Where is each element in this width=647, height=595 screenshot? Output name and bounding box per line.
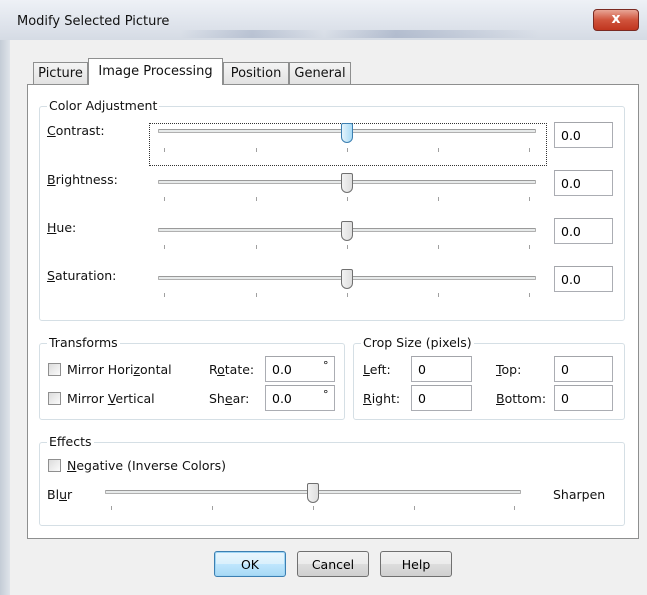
tick: [529, 245, 530, 249]
tick: [438, 148, 439, 152]
tick: [212, 506, 213, 510]
crop-top-label: Top:: [496, 362, 522, 377]
shear-value: 0.0: [272, 391, 292, 406]
saturation-label: Saturation:: [47, 268, 117, 283]
tick: [438, 245, 439, 249]
rotate-unit: °: [323, 359, 329, 372]
tab-general[interactable]: General: [289, 62, 351, 84]
shear-value-field[interactable]: 0.0 °: [265, 385, 335, 411]
window-frame-left: [0, 40, 10, 595]
cancel-button[interactable]: Cancel: [297, 551, 369, 577]
effects-slider-thumb[interactable]: [307, 483, 319, 503]
tick: [313, 506, 314, 510]
ok-button[interactable]: OK: [214, 551, 286, 577]
contrast-label: Contrast:: [47, 123, 105, 138]
tick: [514, 506, 515, 510]
mirror-vertical-checkbox[interactable]: [48, 392, 61, 405]
blur-label: Blur: [47, 487, 73, 502]
brightness-value-field[interactable]: 0.0: [554, 170, 613, 196]
crop-bottom-field[interactable]: 0: [554, 385, 613, 411]
title-bar-blur: [180, 30, 540, 38]
crop-left-field[interactable]: 0: [411, 356, 472, 382]
tick: [256, 293, 257, 297]
rotate-label: Rotate:: [209, 362, 255, 377]
tick: [529, 148, 530, 152]
tick: [164, 245, 165, 249]
tick: [347, 245, 348, 249]
mirror-horizontal-checkbox[interactable]: [48, 363, 61, 376]
transforms-title: Transforms: [47, 335, 120, 350]
tab-panel-image-processing: Color Adjustment Contrast: 0.0 Brightnes…: [27, 84, 639, 539]
crop-right-field[interactable]: 0: [411, 385, 472, 411]
sharpen-label: Sharpen: [553, 487, 606, 502]
tab-picture[interactable]: Picture: [33, 62, 88, 84]
title-bar[interactable]: Modify Selected Picture x: [0, 0, 647, 40]
effects-group: Effects: [39, 434, 625, 526]
rotate-value-field[interactable]: 0.0 °: [265, 356, 335, 382]
tick: [529, 197, 530, 201]
effects-title: Effects: [47, 434, 94, 449]
crop-size-title: Crop Size (pixels): [361, 335, 474, 350]
rotate-value: 0.0: [272, 362, 292, 377]
tick: [347, 293, 348, 297]
tick: [256, 245, 257, 249]
negative-label: Negative (Inverse Colors): [67, 458, 226, 473]
window-title: Modify Selected Picture: [17, 14, 170, 29]
brightness-label: Brightness:: [47, 172, 118, 187]
tick: [438, 293, 439, 297]
shear-label: Shear:: [209, 391, 250, 406]
mirror-horizontal-label: Mirror Horizontal: [67, 362, 172, 377]
color-adjustment-title: Color Adjustment: [47, 98, 160, 113]
hue-label: Hue:: [47, 220, 77, 235]
tick: [164, 197, 165, 201]
crop-top-field[interactable]: 0: [554, 356, 613, 382]
tick: [164, 293, 165, 297]
crop-right-label: Right:: [363, 391, 401, 406]
negative-checkbox[interactable]: [48, 459, 61, 472]
tick: [256, 197, 257, 201]
mirror-vertical-label: Mirror Vertical: [67, 391, 155, 406]
tick: [111, 506, 112, 510]
tick: [438, 197, 439, 201]
help-button[interactable]: Help: [380, 551, 452, 577]
contrast-value-field[interactable]: 0.0: [554, 122, 613, 148]
close-icon: x: [611, 11, 621, 27]
tick: [256, 148, 257, 152]
tab-position[interactable]: Position: [223, 62, 289, 84]
hue-value-field[interactable]: 0.0: [554, 218, 613, 244]
brightness-slider-thumb[interactable]: [341, 173, 353, 193]
tick: [347, 148, 348, 152]
crop-left-label: Left:: [363, 362, 391, 377]
tick: [347, 197, 348, 201]
contrast-slider-thumb[interactable]: [341, 123, 353, 143]
tick: [529, 293, 530, 297]
saturation-value-field[interactable]: 0.0: [554, 266, 613, 292]
shear-unit: °: [323, 388, 329, 401]
tick: [414, 506, 415, 510]
tab-image-processing[interactable]: Image Processing: [88, 58, 223, 85]
hue-slider-thumb[interactable]: [341, 221, 353, 241]
crop-bottom-label: Bottom:: [496, 391, 547, 406]
tick: [164, 148, 165, 152]
close-button[interactable]: x: [593, 9, 639, 31]
saturation-slider-thumb[interactable]: [341, 269, 353, 289]
